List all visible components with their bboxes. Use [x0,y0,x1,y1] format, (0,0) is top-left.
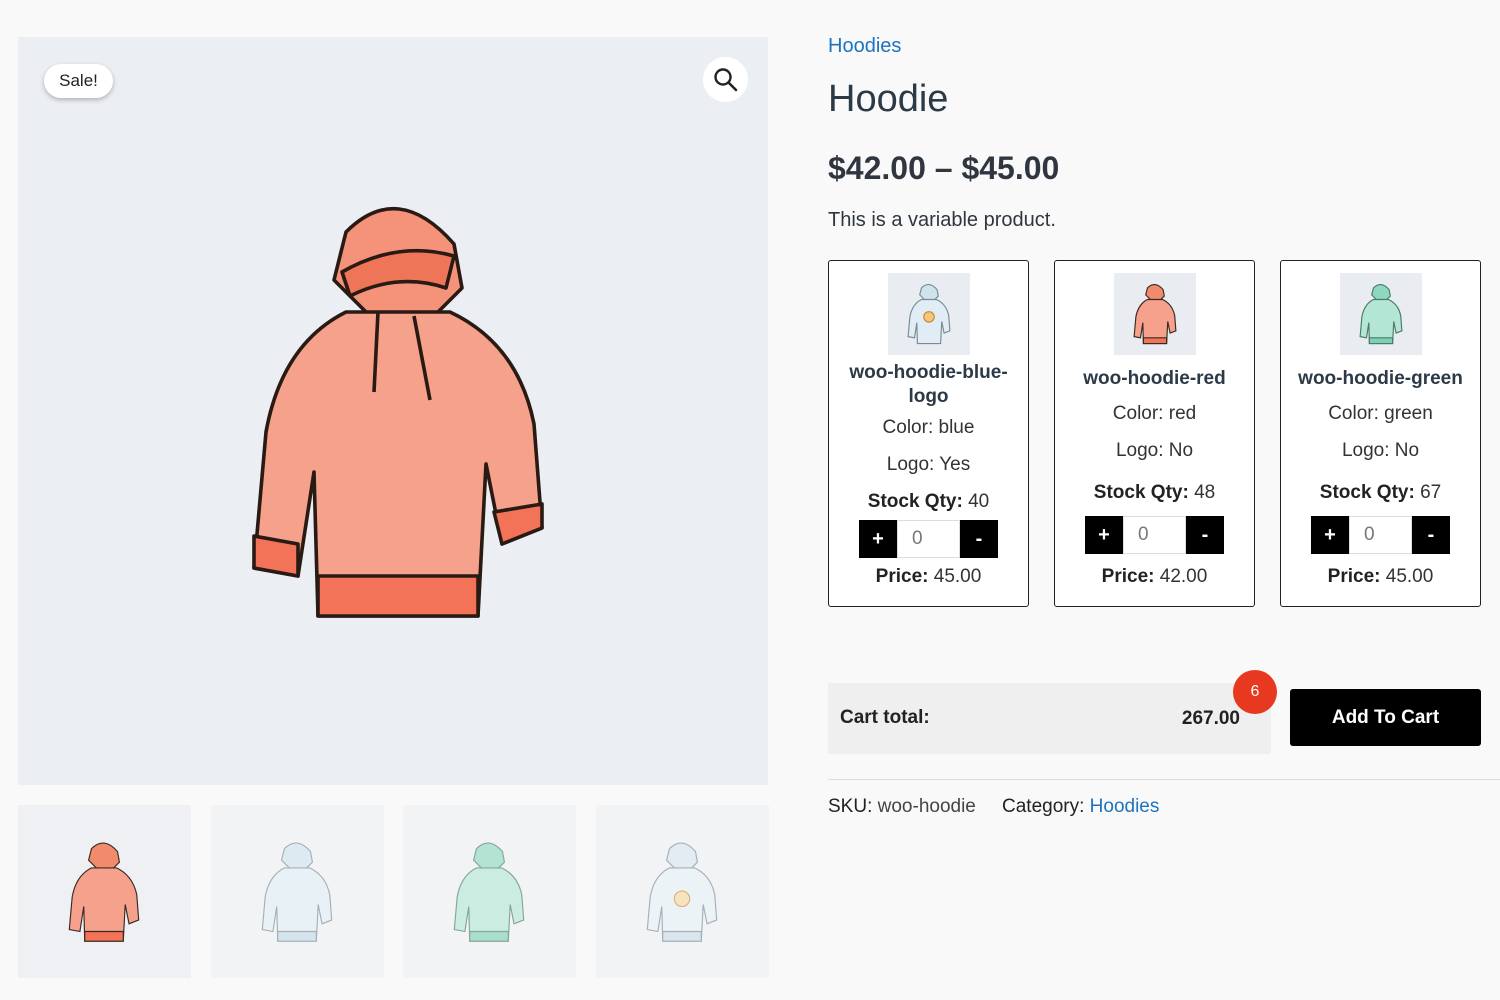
increment-button[interactable]: + [1085,516,1123,554]
decrement-button[interactable]: - [960,520,998,558]
green-hoodie-icon [1359,283,1403,345]
sku-value: woo-hoodie [877,796,976,817]
variant-stock: Stock Qty: 40 [867,491,990,512]
variant-color: Color: red [1112,403,1197,424]
product-description: This is a variable product. [828,209,1056,231]
main-product-image[interactable]: Sale! [18,37,768,785]
red-hoodie-icon [1133,283,1177,345]
green-hoodie-thumb-icon [453,842,525,942]
quantity-input[interactable]: 0 [1123,516,1186,554]
quantity-input[interactable]: 0 [1349,516,1412,554]
variant-color: Color: blue [882,417,975,438]
quantity-stepper: + 0 - [1311,516,1450,554]
variant-image [1340,273,1422,355]
quantity-stepper: + 0 - [1085,516,1224,554]
variant-card-green: woo-hoodie-green Color: green Logo: No S… [1280,260,1481,607]
variant-stock: Stock Qty: 67 [1319,482,1442,503]
thumbnail-blue-logo-hoodie[interactable] [596,805,769,978]
variant-image [888,273,970,355]
cart-total-label: Cart total: [840,707,930,728]
magnifier-icon [713,67,737,91]
red-hoodie-thumb-icon [68,842,140,942]
category-link[interactable]: Hoodies [1090,796,1160,817]
thumbnail-strip [18,805,769,978]
variant-logo: Logo: Yes [886,454,971,475]
zoom-button[interactable] [703,57,748,102]
cart-count-badge: 6 [1233,670,1277,714]
category-breadcrumb-link[interactable]: Hoodies [828,35,901,58]
add-to-cart-button[interactable]: Add To Cart [1290,689,1481,746]
decrement-button[interactable]: - [1186,516,1224,554]
variant-image [1114,273,1196,355]
variant-price: Price: 42.00 [1101,566,1208,587]
hoodie-illustration [252,207,544,618]
blue-logo-hoodie-thumb-icon [646,842,718,942]
variant-stock: Stock Qty: 48 [1093,482,1216,503]
decrement-button[interactable]: - [1412,516,1450,554]
cart-total-value: 267.00 [1181,708,1240,729]
thumbnail-green-hoodie[interactable] [403,805,576,978]
cart-total-box: Cart total: 267.00 [828,683,1271,754]
blue-hoodie-thumb-icon [261,842,333,942]
variant-name: woo-hoodie-red [1083,368,1226,389]
variant-name: woo-hoodie-blue-logo [849,362,1008,407]
quantity-input[interactable]: 0 [897,520,960,558]
variant-name: woo-hoodie-green [1298,368,1463,389]
sale-badge: Sale! [44,64,113,98]
variant-card-red: woo-hoodie-red Color: red Logo: No Stock… [1054,260,1255,607]
variant-card-blue-logo: woo-hoodie-blue-logo Color: blue Logo: Y… [828,260,1029,607]
price-range: $42.00 – $45.00 [828,150,1060,186]
blue-hoodie-logo-icon [907,283,951,345]
thumbnail-red-hoodie[interactable] [18,805,191,978]
sku-meta: SKU: woo-hoodie [828,796,976,817]
quantity-stepper: + 0 - [859,520,998,558]
variant-logo: Logo: No [1115,440,1194,461]
thumbnail-blue-hoodie[interactable] [211,805,384,978]
divider [828,779,1500,780]
category-meta: Category: Hoodies [1002,796,1160,817]
variant-price: Price: 45.00 [875,566,982,587]
increment-button[interactable]: + [1311,516,1349,554]
variant-logo: Logo: No [1341,440,1420,461]
product-title: Hoodie [828,78,949,120]
variant-color: Color: green [1328,403,1433,424]
increment-button[interactable]: + [859,520,897,558]
variant-price: Price: 45.00 [1327,566,1434,587]
